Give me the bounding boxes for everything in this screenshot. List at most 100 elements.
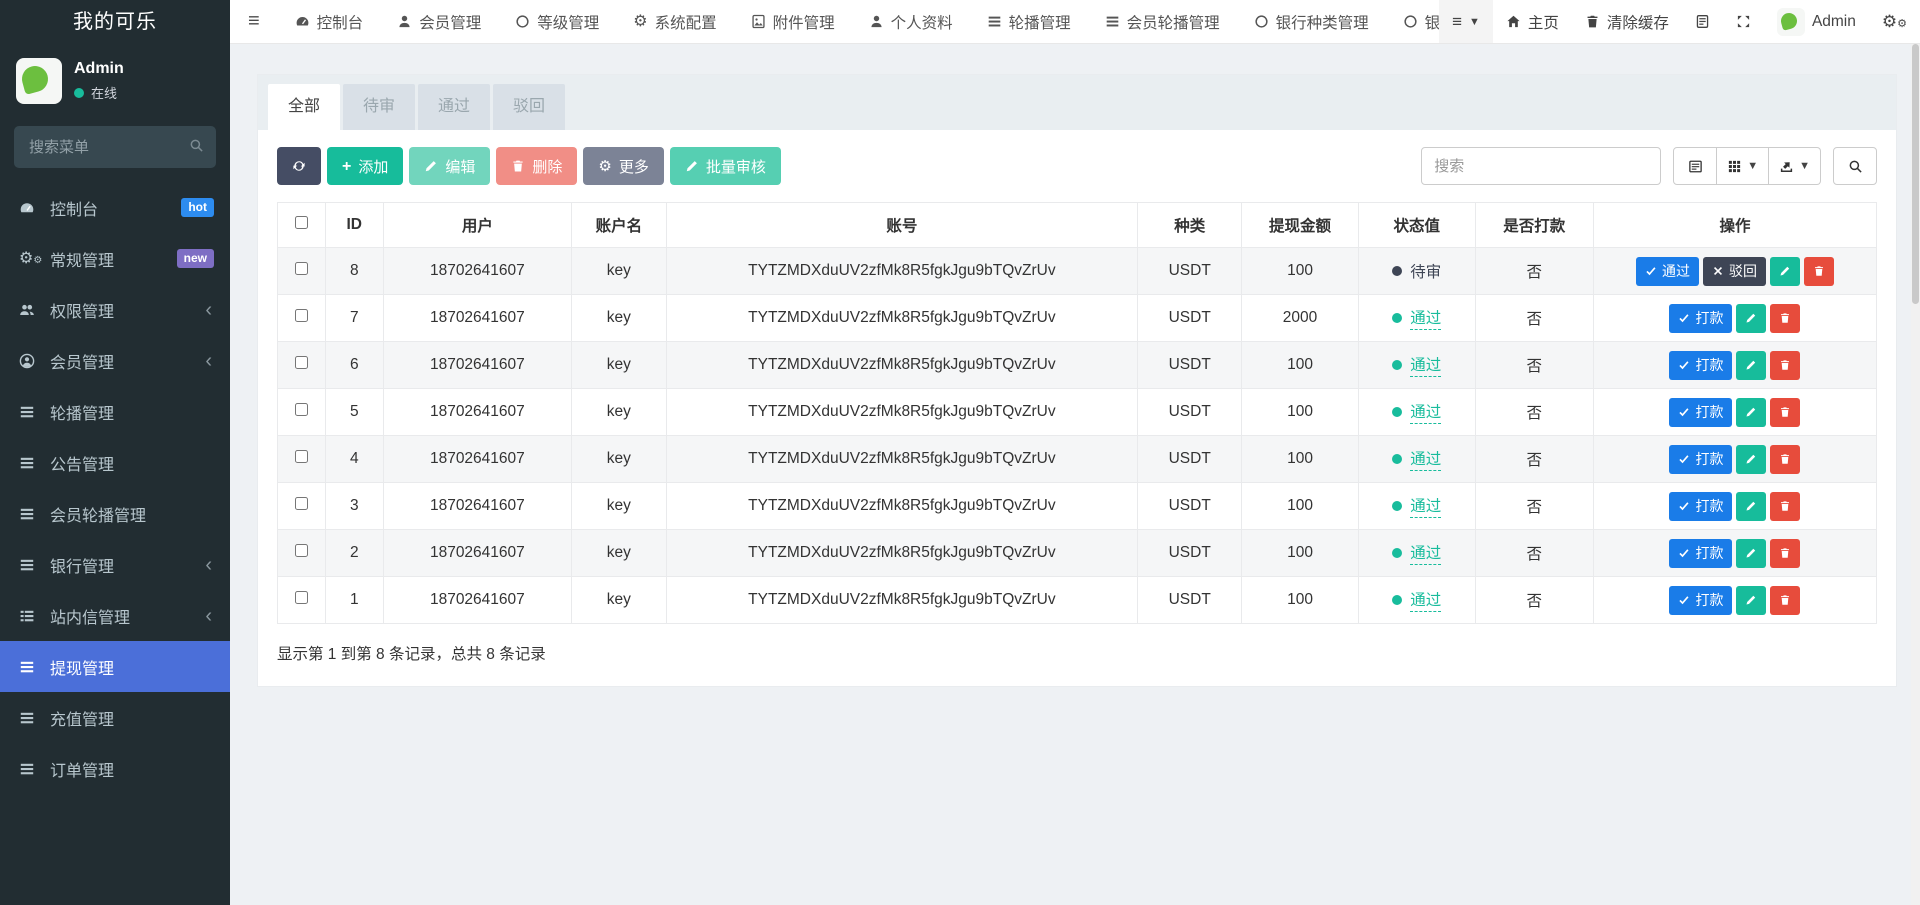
pay-button[interactable]: 打款 bbox=[1669, 398, 1732, 427]
delete-button[interactable] bbox=[1770, 304, 1800, 333]
refresh-button[interactable] bbox=[277, 147, 321, 185]
delete-button[interactable] bbox=[1770, 586, 1800, 615]
column-header-8[interactable]: 是否打款 bbox=[1475, 203, 1593, 248]
sidebar-toggle-icon[interactable]: ≡ bbox=[230, 0, 278, 43]
pass-button[interactable]: 通过 bbox=[1636, 257, 1699, 286]
pay-button[interactable]: 打款 bbox=[1669, 586, 1732, 615]
column-header-1[interactable]: ID bbox=[325, 203, 383, 248]
delete-button[interactable] bbox=[1770, 445, 1800, 474]
column-header-4[interactable]: 账号 bbox=[666, 203, 1138, 248]
sidebar-item-1[interactable]: 控制台hot bbox=[0, 182, 230, 233]
clear-cache-button[interactable]: 清除缓存 bbox=[1572, 0, 1682, 43]
sidebar-item-2[interactable]: ⚙⚙常规管理new bbox=[0, 233, 230, 284]
settings-button[interactable]: ⚙⚙ bbox=[1869, 0, 1920, 43]
more-button[interactable]: ⚙更多 bbox=[583, 147, 663, 185]
status-label[interactable]: 通过 bbox=[1410, 494, 1441, 518]
delete-button[interactable] bbox=[1804, 257, 1834, 286]
user-menu-button[interactable]: Admin bbox=[1764, 0, 1869, 43]
column-header-5[interactable]: 种类 bbox=[1138, 203, 1242, 248]
search-icon[interactable] bbox=[189, 138, 204, 153]
sidebar-item-11[interactable]: 充值管理 bbox=[0, 692, 230, 743]
sidebar-item-7[interactable]: 会员轮播管理 bbox=[0, 488, 230, 539]
topnav-item-8[interactable]: 会员轮播管理 bbox=[1088, 0, 1237, 43]
pay-button[interactable]: 打款 bbox=[1669, 492, 1732, 521]
tab-1[interactable]: 全部 bbox=[268, 84, 340, 130]
topnav-item-7[interactable]: 轮播管理 bbox=[970, 0, 1088, 43]
row-checkbox[interactable] bbox=[295, 309, 308, 322]
sidebar-item-10[interactable]: 提现管理 bbox=[0, 641, 230, 692]
action-label: 打款 bbox=[1695, 543, 1723, 563]
page-scrollbar[interactable] bbox=[1911, 44, 1920, 905]
menu-search-input[interactable] bbox=[14, 126, 216, 168]
nav-dropdown-button[interactable]: ≡ ▼ bbox=[1439, 0, 1493, 43]
sidebar-item-4[interactable]: 会员管理‹ bbox=[0, 335, 230, 386]
topnav-item-4[interactable]: ⚙系统配置 bbox=[616, 0, 733, 43]
export-button[interactable]: ▼ bbox=[1769, 147, 1821, 185]
row-checkbox[interactable] bbox=[295, 450, 308, 463]
edit-button[interactable] bbox=[1770, 257, 1800, 286]
status-label[interactable]: 通过 bbox=[1410, 541, 1441, 565]
tab-4[interactable]: 驳回 bbox=[493, 84, 565, 130]
select-all-checkbox[interactable] bbox=[295, 216, 308, 229]
topnav-item-5[interactable]: 附件管理 bbox=[734, 0, 852, 43]
topnav-item-6[interactable]: 个人资料 bbox=[852, 0, 970, 43]
toggle-view-button[interactable] bbox=[1673, 147, 1717, 185]
sidebar-item-5[interactable]: 轮播管理 bbox=[0, 386, 230, 437]
fullscreen-button[interactable] bbox=[1723, 0, 1764, 43]
cell-account: key bbox=[572, 389, 666, 436]
topnav-item-2[interactable]: 会员管理 bbox=[380, 0, 498, 43]
edit-button[interactable] bbox=[1736, 398, 1766, 427]
reject-button[interactable]: 驳回 bbox=[1703, 257, 1766, 286]
status-label[interactable]: 通过 bbox=[1410, 353, 1441, 377]
column-header-6[interactable]: 提现金额 bbox=[1242, 203, 1359, 248]
status-label[interactable]: 通过 bbox=[1410, 447, 1441, 471]
topnav-item-9[interactable]: 银行种类管理 bbox=[1237, 0, 1386, 43]
column-header-2[interactable]: 用户 bbox=[383, 203, 572, 248]
sidebar-item-9[interactable]: 站内信管理‹ bbox=[0, 590, 230, 641]
sidebar-item-6[interactable]: 公告管理 bbox=[0, 437, 230, 488]
row-checkbox[interactable] bbox=[295, 403, 308, 416]
search-toggle-button[interactable] bbox=[1833, 147, 1877, 185]
delete-button[interactable] bbox=[1770, 351, 1800, 380]
delete-button[interactable] bbox=[1770, 539, 1800, 568]
sidebar-item-3[interactable]: 权限管理‹ bbox=[0, 284, 230, 335]
status-label[interactable]: 通过 bbox=[1410, 588, 1441, 612]
sidebar-item-8[interactable]: 银行管理‹ bbox=[0, 539, 230, 590]
topnav-item-1[interactable]: 控制台 bbox=[278, 0, 381, 43]
delete-button[interactable] bbox=[1770, 492, 1800, 521]
delete-button[interactable] bbox=[1770, 398, 1800, 427]
home-button[interactable]: 主页 bbox=[1493, 0, 1572, 43]
row-checkbox[interactable] bbox=[295, 591, 308, 604]
row-checkbox[interactable] bbox=[295, 356, 308, 369]
edit-button[interactable] bbox=[1736, 445, 1766, 474]
column-header-3[interactable]: 账户名 bbox=[572, 203, 666, 248]
columns-button[interactable]: ▼ bbox=[1717, 147, 1769, 185]
row-checkbox[interactable] bbox=[295, 262, 308, 275]
topnav-item-10[interactable]: 银行卡管理 bbox=[1386, 0, 1439, 43]
tab-3[interactable]: 通过 bbox=[418, 84, 490, 130]
edit-button[interactable] bbox=[1736, 304, 1766, 333]
row-checkbox[interactable] bbox=[295, 497, 308, 510]
tab-2[interactable]: 待审 bbox=[343, 84, 415, 130]
status-label[interactable]: 通过 bbox=[1410, 400, 1441, 424]
language-button[interactable] bbox=[1682, 0, 1723, 43]
pay-button[interactable]: 打款 bbox=[1669, 445, 1732, 474]
edit-button[interactable] bbox=[1736, 586, 1766, 615]
table-search-input[interactable] bbox=[1421, 147, 1661, 185]
topnav-item-3[interactable]: 等级管理 bbox=[498, 0, 616, 43]
add-button[interactable]: +添加 bbox=[327, 147, 403, 185]
edit-button[interactable] bbox=[1736, 351, 1766, 380]
pay-button[interactable]: 打款 bbox=[1669, 351, 1732, 380]
column-header-9[interactable]: 操作 bbox=[1593, 203, 1876, 248]
edit-button[interactable]: 编辑 bbox=[409, 147, 490, 185]
batch-audit-button[interactable]: 批量审核 bbox=[670, 147, 781, 185]
pay-button[interactable]: 打款 bbox=[1669, 539, 1732, 568]
sidebar-item-12[interactable]: 订单管理 bbox=[0, 743, 230, 794]
row-checkbox[interactable] bbox=[295, 544, 308, 557]
column-header-7[interactable]: 状态值 bbox=[1358, 203, 1475, 248]
pay-button[interactable]: 打款 bbox=[1669, 304, 1732, 333]
delete-button[interactable]: 删除 bbox=[496, 147, 577, 185]
edit-button[interactable] bbox=[1736, 539, 1766, 568]
status-label[interactable]: 通过 bbox=[1410, 306, 1441, 330]
edit-button[interactable] bbox=[1736, 492, 1766, 521]
